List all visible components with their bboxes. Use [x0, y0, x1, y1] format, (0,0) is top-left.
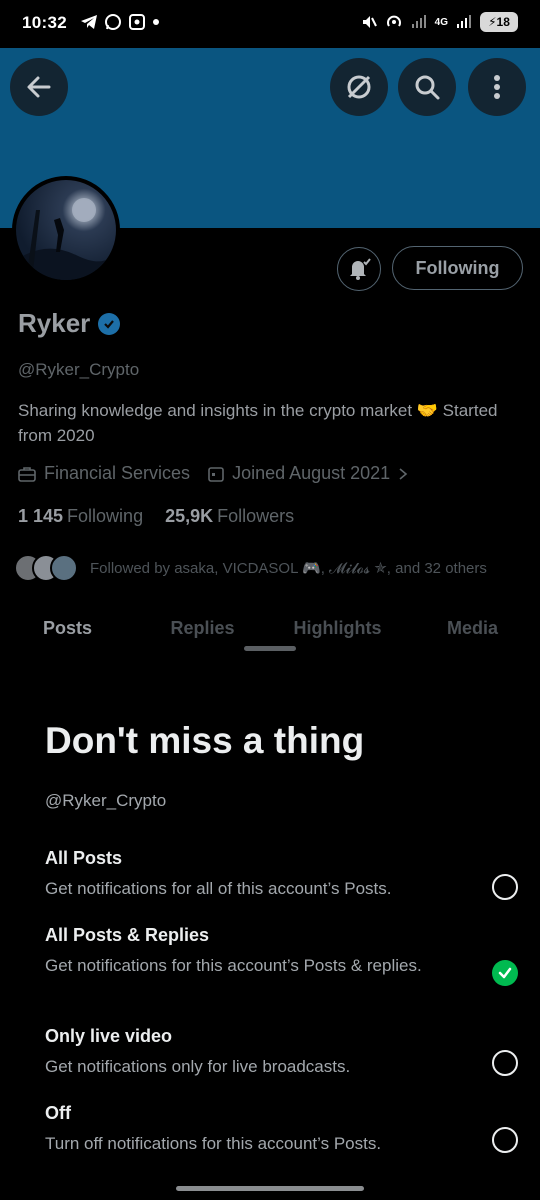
option-title: Only live video [45, 1026, 173, 1046]
followers-stat[interactable]: 25,9K Followers [165, 506, 294, 527]
following-button[interactable]: Following [392, 246, 523, 290]
status-time: 10:32 [22, 13, 67, 32]
battery-level: 18 [496, 15, 510, 29]
status-system-icons: 4G ⚡ 18 [361, 12, 518, 32]
whatsapp-icon [105, 14, 121, 30]
telegram-icon [81, 15, 97, 29]
more-button[interactable] [468, 58, 526, 116]
tab-highlights[interactable]: Highlights [270, 610, 405, 650]
mute-icon [362, 16, 377, 28]
radio-unchecked-icon[interactable] [492, 874, 518, 900]
chevron-right-icon [399, 467, 408, 480]
radio-unchecked-icon[interactable] [492, 1050, 518, 1076]
screenshot-icon [129, 14, 145, 30]
bell-check-icon [350, 258, 371, 280]
category-label[interactable]: Financial Services [44, 463, 190, 484]
sheet-handle: @Ryker_Crypto [45, 791, 167, 810]
category-item: Financial Services [18, 463, 190, 484]
option-title: All Posts [45, 848, 123, 868]
status-notification-icons [80, 13, 160, 31]
profile-avatar[interactable] [12, 176, 120, 284]
following-count: 1 145 [18, 506, 64, 526]
tab-posts[interactable]: Posts [0, 610, 135, 650]
follower-avatars [14, 554, 78, 582]
dot-icon [153, 19, 159, 25]
option-description: Get notifications for all of this accoun… [45, 879, 392, 898]
following-stat[interactable]: 1 145 Following [18, 506, 143, 527]
verified-badge-icon [98, 312, 121, 335]
profile-name: Ryker [18, 308, 91, 338]
more-vertical-icon [494, 75, 500, 99]
option-description: Get notifications only for live broadcas… [45, 1057, 351, 1076]
profile-tabs: Posts Replies Highlights Media [0, 610, 540, 650]
battery-icon: ⚡ 18 [480, 12, 518, 32]
signal-icon [411, 15, 426, 28]
status-bar: 10:32 4G ⚡ 18 [0, 0, 540, 48]
notification-settings-sheet: Don't miss a thing @Ryker_Crypto All Pos… [0, 646, 540, 1200]
follower-avatar [50, 554, 78, 582]
search-button[interactable] [398, 58, 456, 116]
profile-stats: 1 145 Following 25,9K Followers [18, 506, 294, 527]
back-button[interactable] [10, 58, 68, 116]
joined-label: Joined August 2021 [232, 463, 391, 483]
radio-unchecked-icon[interactable] [492, 1127, 518, 1153]
option-title: Off [45, 1103, 71, 1123]
option-all-posts-replies[interactable]: All Posts & Replies Get notifications fo… [45, 925, 518, 986]
profile-handle: @Ryker_Crypto [18, 360, 140, 379]
sheet-title: Don't miss a thing [45, 720, 365, 761]
search-icon [415, 75, 440, 100]
tab-replies[interactable]: Replies [135, 610, 270, 650]
grok-icon [347, 75, 371, 99]
option-description: Get notifications for this account’s Pos… [45, 956, 422, 975]
tab-media[interactable]: Media [405, 610, 540, 650]
calendar-icon [208, 466, 224, 482]
profile-meta: Financial Services Joined August 2021 [18, 463, 408, 484]
sheet-drag-handle[interactable] [244, 646, 296, 651]
followed-by-row[interactable]: Followed by asaka, VICDASOL 🎮, 𝓜𝓲𝓵𝓸𝓼 ✯, … [14, 554, 487, 582]
signal-icon-2 [457, 15, 471, 28]
option-title: All Posts & Replies [45, 925, 210, 945]
profile-bio: Sharing knowledge and insights in the cr… [18, 401, 498, 445]
avatar-image [16, 198, 116, 280]
home-indicator[interactable] [176, 1186, 364, 1191]
briefcase-icon [18, 466, 36, 482]
notification-bell-button[interactable] [337, 247, 381, 291]
following-label: Following [67, 506, 144, 526]
followers-count: 25,9K [165, 506, 214, 526]
grok-button[interactable] [330, 58, 388, 116]
followed-by-text: Followed by asaka, VICDASOL 🎮, 𝓜𝓲𝓵𝓸𝓼 ✯, … [90, 560, 487, 577]
radio-checked-icon[interactable] [492, 960, 518, 986]
followers-label: Followers [217, 506, 295, 526]
hotspot-icon [386, 15, 401, 27]
option-only-live-video[interactable]: Only live video Get notifications only f… [45, 1026, 518, 1079]
option-off[interactable]: Off Turn off notifications for this acco… [45, 1103, 518, 1156]
profile-name-row: Ryker [18, 308, 121, 339]
option-all-posts[interactable]: All Posts Get notifications for all of t… [45, 848, 518, 901]
network-type: 4G [434, 16, 448, 28]
option-description: Turn off notifications for this account’… [45, 1134, 382, 1153]
joined-item[interactable]: Joined August 2021 [208, 463, 408, 484]
arrow-left-icon [27, 76, 51, 98]
checkmark-icon [498, 967, 512, 979]
